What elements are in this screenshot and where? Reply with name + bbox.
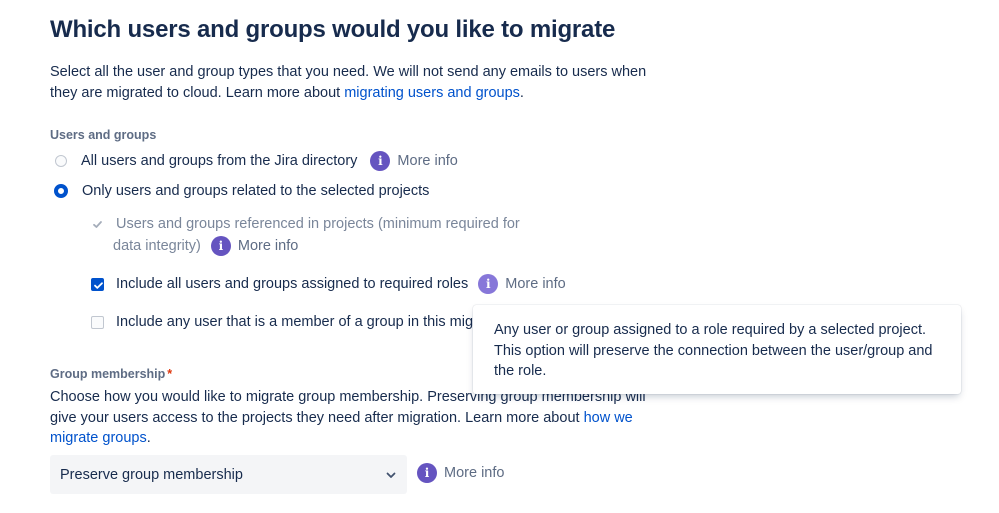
more-info-link-all-users[interactable]: More info [397,153,457,169]
check-icon [94,281,103,289]
more-info-link-group-membership[interactable]: More info [444,465,504,481]
group-membership-select-value: Preserve group membership [60,466,243,483]
info-icon[interactable]: i [478,274,499,294]
tooltip-text: Any user or group assigned to a role req… [494,322,933,379]
checkbox-required-roles[interactable] [91,277,104,291]
more-info-link-referenced[interactable]: More info [238,238,298,254]
checkbox-referenced-row: Users and groups referenced in projects … [91,214,520,234]
radio-related-users-label: Only users and groups related to the sel… [82,183,430,199]
group-membership-select[interactable]: Preserve group membership [50,455,407,494]
radio-all-users-button[interactable] [55,155,67,167]
group-membership-label-text: Group membership [50,367,166,381]
checkbox-group-members-row[interactable]: Include any user that is a member of a g… [91,312,473,332]
chevron-down-icon [386,472,396,478]
intro-end: . [519,85,524,101]
info-icon[interactable]: i [210,236,231,256]
users-groups-label: Users and groups [50,128,157,142]
checkbox-group-members-label: Include any user that is a member of a g… [116,314,473,330]
migrating-users-groups-link[interactable]: migrating users and groups [344,85,520,101]
required-mark: * [167,367,173,381]
checkbox-referenced-label-line1: Users and groups referenced in projects … [116,216,520,232]
migration-users-groups-page: Which users and groups would you like to… [0,0,999,513]
checkbox-referenced-label-line2: data integrity) [113,238,201,254]
group-membership-label: Group membership * [50,367,172,381]
intro-paragraph: Select all the user and group types that… [50,62,660,104]
more-info-link-required-roles[interactable]: More info [505,276,565,292]
checkbox-referenced [91,218,104,231]
page-title: Which users and groups would you like to… [50,16,616,43]
group-desc-end: . [146,430,151,446]
radio-related-users-button[interactable] [54,184,68,198]
group-membership-description: Choose how you would like to migrate gro… [50,387,650,449]
checkbox-referenced-line2: data integrity) i More info [113,235,298,257]
group-membership-more-info[interactable]: i More info [404,463,504,483]
check-icon [93,220,102,228]
checkbox-required-roles-label: Include all users and groups assigned to… [116,276,469,292]
info-icon[interactable]: i [417,463,437,483]
group-desc-text: Choose how you would like to migrate gro… [50,389,646,426]
checkbox-required-roles-row[interactable]: Include all users and groups assigned to… [91,274,566,294]
radio-all-users-label: All users and groups from the Jira direc… [81,153,358,169]
radio-related-users[interactable]: Only users and groups related to the sel… [54,181,429,201]
info-icon[interactable]: i [370,151,391,171]
radio-all-users[interactable]: All users and groups from the Jira direc… [55,151,458,171]
required-roles-tooltip: Any user or group assigned to a role req… [473,305,961,394]
checkbox-group-members[interactable] [91,315,104,329]
